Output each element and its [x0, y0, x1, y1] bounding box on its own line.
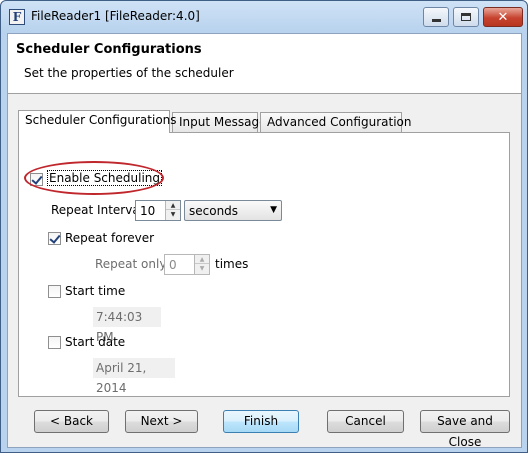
- window-title: FileReader1 [FileReader:4.0]: [31, 9, 200, 23]
- tab-advanced-configuration[interactable]: Advanced Configuration: [260, 112, 411, 132]
- repeat-interval-value: 10: [140, 204, 156, 218]
- title-bar[interactable]: F FileReader1 [FileReader:4.0] ✕: [1, 1, 527, 33]
- page-title: Scheduler Configurations: [16, 42, 202, 57]
- dialog-client-area: Scheduler Configurations Set the propert…: [7, 33, 522, 449]
- minimize-button[interactable]: [423, 7, 449, 27]
- interval-unit-select[interactable]: seconds ▼: [184, 200, 282, 221]
- enable-scheduling-text: Enable Scheduling: [47, 170, 163, 186]
- app-icon: F: [9, 9, 25, 25]
- minimize-icon: [431, 18, 441, 22]
- repeat-only-spinner[interactable]: 0 ▲ ▼: [164, 254, 210, 275]
- repeat-only-label: Repeat only: [95, 257, 167, 271]
- start-date-field: April 21, 2014: [93, 358, 175, 395]
- next-button[interactable]: Next >: [125, 410, 198, 433]
- repeat-only-value: 0: [169, 258, 177, 272]
- enable-scheduling-checkbox[interactable]: [30, 173, 43, 186]
- start-date-label[interactable]: Start date: [65, 335, 125, 349]
- start-time-checkbox[interactable]: [48, 285, 61, 298]
- back-button[interactable]: < Back: [34, 410, 109, 433]
- tab-input-message[interactable]: Input Message: [172, 112, 266, 132]
- repeat-forever-checkbox[interactable]: [48, 232, 61, 245]
- close-button[interactable]: ✕: [483, 7, 523, 27]
- chevron-down-icon: ▼: [270, 205, 277, 215]
- save-and-close-button[interactable]: Save and Close: [420, 410, 510, 449]
- cancel-button[interactable]: Cancel: [327, 410, 404, 433]
- spinner-up-icon[interactable]: ▲: [166, 201, 180, 210]
- finish-button[interactable]: Finish: [223, 410, 299, 433]
- spinner-down-icon[interactable]: ▼: [195, 264, 209, 273]
- start-time-field: 7:44:03 PM: [93, 307, 161, 344]
- spinner-down-icon[interactable]: ▼: [166, 210, 180, 219]
- maximize-button[interactable]: [453, 7, 479, 27]
- repeat-interval-label: Repeat Interval:: [51, 203, 148, 217]
- start-date-checkbox[interactable]: [48, 336, 61, 349]
- close-icon: ✕: [497, 9, 509, 25]
- dialog-header: Scheduler Configurations Set the propert…: [8, 34, 521, 94]
- interval-unit-value: seconds: [189, 204, 239, 218]
- repeat-forever-label[interactable]: Repeat forever: [65, 231, 154, 245]
- dialog-window: F FileReader1 [FileReader:4.0] ✕ Schedul…: [0, 0, 528, 453]
- page-subtitle: Set the properties of the scheduler: [24, 66, 234, 80]
- enable-scheduling-label[interactable]: Enable Scheduling: [47, 170, 163, 186]
- repeat-interval-spinner[interactable]: 10 ▲ ▼: [135, 200, 181, 221]
- start-time-label[interactable]: Start time: [65, 284, 125, 298]
- times-label: times: [215, 257, 249, 271]
- scheduler-tab-panel: Enable Scheduling Repeat Interval: 10 ▲ …: [18, 132, 510, 397]
- spinner-arrows: ▲ ▼: [165, 201, 180, 220]
- tab-scheduler-configurations[interactable]: Scheduler Configurations: [18, 110, 177, 133]
- spinner-up-icon[interactable]: ▲: [195, 255, 209, 264]
- maximize-icon: [461, 13, 471, 21]
- spinner-arrows: ▲ ▼: [194, 255, 209, 274]
